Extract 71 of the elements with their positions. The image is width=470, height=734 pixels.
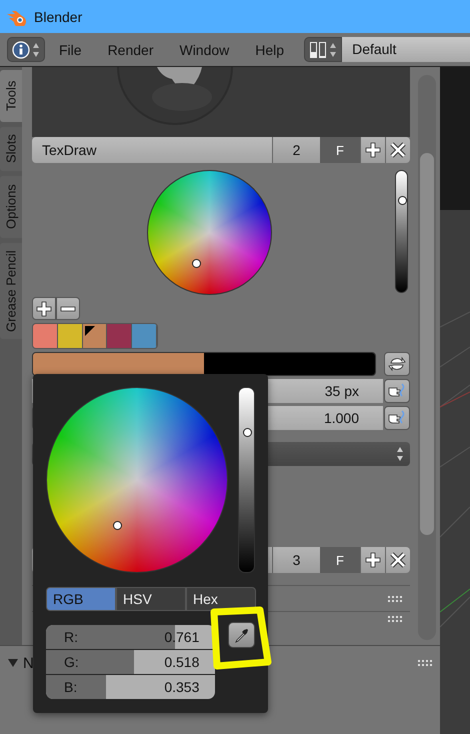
unlink-button[interactable] (385, 137, 410, 163)
palette-swatch[interactable] (107, 324, 132, 348)
wheel-marker[interactable] (192, 258, 201, 268)
screen-layout-button[interactable] (304, 37, 342, 62)
user-count[interactable]: 2 (272, 137, 320, 163)
channel-label: R: (64, 629, 78, 645)
info-icon (12, 40, 30, 58)
plus-icon (36, 300, 52, 316)
swap-colors-button[interactable] (384, 352, 410, 376)
new-brush-button[interactable] (360, 137, 385, 163)
layout-icon (309, 40, 328, 58)
channel-label: G: (64, 654, 79, 670)
channel-label: B: (64, 679, 78, 695)
scrollbar[interactable] (418, 75, 436, 640)
channel-slider[interactable]: B: 0.353 (46, 675, 216, 699)
slider-thumb[interactable] (398, 196, 406, 205)
value-slider[interactable] (238, 387, 255, 573)
grip-icon (388, 596, 402, 602)
close-icon (390, 552, 406, 568)
field-value: 35 px (324, 383, 359, 399)
grip-icon (388, 616, 402, 622)
color-swatch[interactable] (204, 353, 376, 375)
user-count[interactable]: 3 (272, 547, 320, 573)
plus-icon (365, 142, 381, 158)
channel-slider[interactable]: R: 0.761 (46, 625, 216, 649)
palette-swatch[interactable] (33, 324, 58, 348)
swap-icon (388, 355, 406, 373)
channel-value: 0.518 (164, 654, 200, 670)
color-swatch[interactable] (33, 353, 204, 375)
active-corner-icon (84, 326, 95, 336)
up-down-arrows-icon (396, 446, 404, 462)
add-color-button[interactable] (32, 297, 56, 320)
palette-swatch[interactable] (82, 324, 108, 348)
highlight-annotation (210, 606, 274, 670)
side-tab[interactable]: Tools (0, 70, 22, 122)
color-mode-tab[interactable]: HSV (116, 587, 186, 611)
menu-item[interactable]: Help (255, 42, 284, 58)
fake-user-button[interactable]: F (320, 547, 360, 573)
unlink-button[interactable] (385, 547, 410, 573)
menu-item[interactable]: Render (108, 42, 154, 58)
fake-user-button[interactable]: F (320, 137, 360, 163)
palette-swatch[interactable] (58, 324, 83, 348)
disclosure-triangle-icon (8, 658, 18, 668)
channel-value: 0.761 (164, 629, 200, 645)
eyedropper-button[interactable] (228, 622, 255, 648)
up-down-arrows-icon (329, 42, 338, 58)
palette-swatch[interactable] (132, 324, 157, 348)
editor-type-button[interactable] (7, 37, 45, 62)
pressure-button[interactable] (384, 379, 410, 403)
menu-item[interactable]: File (59, 42, 82, 58)
value-slider[interactable] (395, 170, 408, 293)
section-title: N (23, 654, 34, 672)
up-down-arrows-icon (32, 42, 40, 58)
pressure-button[interactable] (384, 406, 410, 430)
field-value: 1.000 (324, 410, 359, 426)
remove-color-button[interactable] (56, 297, 80, 320)
wheel-marker[interactable] (113, 520, 122, 530)
brush-name-field[interactable]: TexDraw (32, 137, 272, 163)
new-palette-button[interactable] (360, 547, 385, 573)
color-mode-tab[interactable]: RGB (46, 587, 116, 611)
grip-icon (418, 660, 432, 666)
plus-icon (365, 552, 381, 568)
eyedropper-icon (234, 627, 250, 643)
window-title: Blender (34, 8, 82, 24)
menu-item[interactable]: Window (179, 42, 230, 58)
color-mode-tab[interactable]: Hex (186, 587, 256, 611)
channel-value: 0.353 (164, 679, 200, 695)
close-icon (390, 142, 406, 158)
layout-name-field[interactable]: Default (342, 37, 470, 62)
channel-slider[interactable]: G: 0.518 (46, 650, 216, 674)
slider-thumb[interactable] (242, 428, 252, 437)
